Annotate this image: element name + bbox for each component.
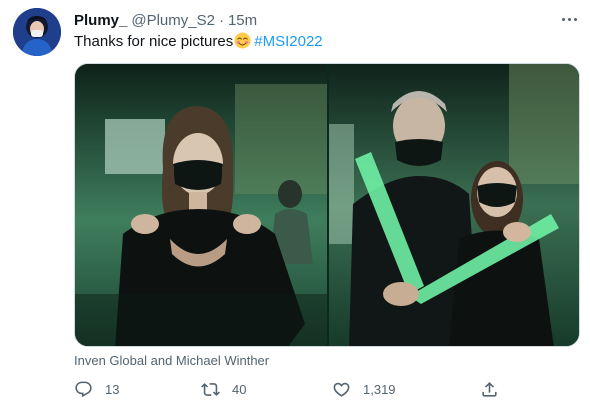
share-button[interactable] [480, 377, 499, 401]
tweet-text-body: Thanks for nice pictures [74, 33, 234, 50]
reply-button[interactable]: 13 [74, 377, 119, 401]
retweet-count: 40 [232, 381, 247, 397]
like-button[interactable]: 1,319 [332, 377, 396, 401]
tagged-users[interactable]: Inven Global and Michael Winther [74, 353, 269, 368]
like-icon [333, 382, 350, 397]
tweet[interactable]: Plumy_ @Plumy_S2 · 15m Thanks for nice p… [0, 0, 590, 407]
retweet-button[interactable]: 40 [201, 377, 246, 401]
photo-2[interactable] [329, 64, 579, 346]
photo-1[interactable] [75, 64, 327, 346]
like-count: 1,319 [363, 381, 396, 397]
action-bar: 13 40 1,319 [74, 377, 580, 401]
reply-icon [75, 381, 92, 397]
smiling-face-with-blush-icon [234, 32, 251, 49]
media-grid [74, 63, 580, 347]
tweet-header: Plumy_ @Plumy_S2 · 15m [74, 10, 257, 30]
avatar[interactable] [13, 8, 61, 56]
user-handle[interactable]: @Plumy_S2 [131, 12, 215, 29]
reply-count: 13 [105, 381, 120, 397]
separator-dot: · [218, 11, 224, 29]
timestamp[interactable]: 15m [228, 12, 257, 29]
hashtag-link[interactable]: #MSI2022 [254, 33, 322, 50]
more-options-button[interactable] [558, 9, 580, 29]
display-name[interactable]: Plumy_ [74, 12, 127, 29]
more-icon [561, 17, 565, 21]
tweet-text: Thanks for nice pictures #MSI2022 [74, 32, 323, 52]
retweet-icon [201, 382, 220, 396]
share-icon [482, 381, 497, 397]
